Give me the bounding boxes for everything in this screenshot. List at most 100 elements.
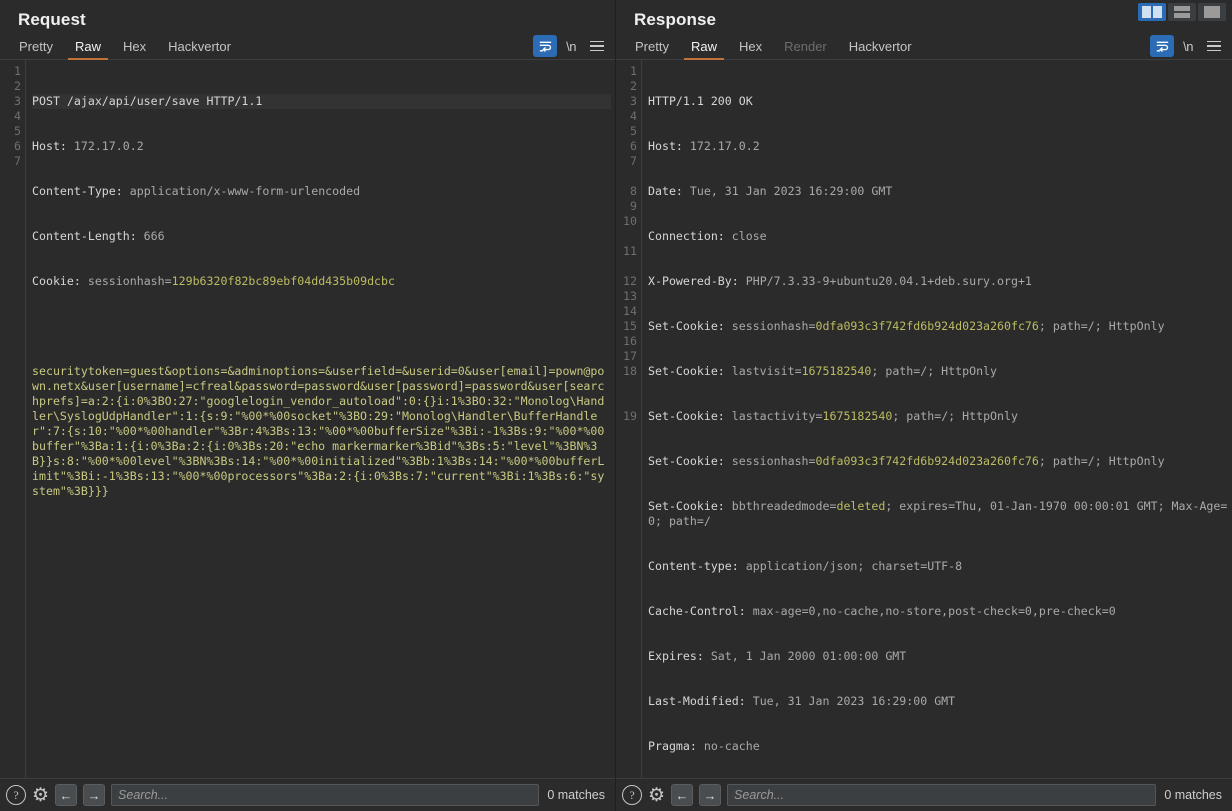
response-line-2: Host: 172.17.0.2	[648, 139, 760, 153]
tab-request-hackvertor[interactable]: Hackvertor	[157, 37, 242, 59]
request-gutter: 1 2 3 4 5 6 7	[0, 60, 26, 778]
search-forward-button[interactable]: →	[699, 784, 722, 806]
tab-request-raw[interactable]: Raw	[64, 37, 112, 60]
request-tab-actions: \n	[533, 35, 609, 57]
response-gutter: 1 2 3 4 5 6 7 8 9 10 11 12 13 14 15 16 1…	[616, 60, 642, 778]
search-input[interactable]	[118, 788, 533, 802]
response-bottom-bar: ? ⚙ ← → 0 matches	[616, 778, 1232, 811]
response-tab-actions: \n	[1150, 35, 1226, 57]
line-number: 5	[14, 124, 21, 138]
response-match-count: 0 matches	[1164, 788, 1222, 802]
newline-icon[interactable]: \n	[559, 35, 583, 57]
line-number: 10	[623, 214, 637, 228]
line-number: 4	[630, 109, 637, 123]
line-number: 9	[630, 199, 637, 213]
line-number: 17	[623, 349, 637, 363]
tab-response-hackvertor[interactable]: Hackvertor	[838, 37, 923, 59]
gear-icon[interactable]: ⚙	[32, 786, 49, 805]
search-back-button[interactable]: ←	[55, 784, 78, 806]
line-number: 19	[623, 409, 637, 423]
request-search-box[interactable]	[111, 784, 540, 806]
response-line-8: Set-Cookie: lastactivity=1675182540; pat…	[648, 409, 1018, 423]
line-number: 7	[630, 154, 637, 168]
line-number: 16	[623, 334, 637, 348]
response-line-5: X-Powered-By: PHP/7.3.33-9+ubuntu20.04.1…	[648, 274, 1032, 288]
layout-toggle-side-by-side[interactable]	[1138, 3, 1166, 21]
stacked-glyph	[1174, 6, 1190, 18]
response-line-10: Set-Cookie: bbthreadedmode=deleted; expi…	[648, 499, 1228, 528]
response-line-11: Content-type: application/json; charset=…	[648, 559, 963, 573]
response-line-7: Set-Cookie: lastvisit=1675182540; path=/…	[648, 364, 998, 378]
word-wrap-icon[interactable]	[533, 35, 557, 57]
tab-request-hex[interactable]: Hex	[112, 37, 157, 59]
request-match-count: 0 matches	[547, 788, 605, 802]
response-editor[interactable]: 1 2 3 4 5 6 7 8 9 10 11 12 13 14 15 16 1…	[616, 60, 1232, 778]
response-line-15: Pragma: no-cache	[648, 739, 760, 753]
request-line-5: Cookie: sessionhash=129b6320f82bc89ebf04…	[32, 274, 395, 288]
request-bottom-bar: ? ⚙ ← → 0 matches	[0, 778, 615, 811]
response-search-box[interactable]	[727, 784, 1157, 806]
layout-toggle-stacked[interactable]	[1168, 3, 1196, 21]
request-line-7: securitytoken=guest&options=&adminoption…	[32, 364, 605, 498]
split-left-glyph	[1142, 6, 1151, 18]
response-tabs: Pretty Raw Hex Render Hackvertor \n	[616, 34, 1232, 60]
tab-response-hex[interactable]: Hex	[728, 37, 773, 59]
help-icon[interactable]: ?	[622, 785, 642, 805]
burp-repeater-window: Request Pretty Raw Hex Hackvertor \n 1 2…	[0, 0, 1232, 811]
line-number: 18	[623, 364, 637, 378]
single-pane-glyph	[1204, 6, 1220, 18]
response-line-9: Set-Cookie: sessionhash=0dfa093c3f742fd6…	[648, 454, 1165, 468]
response-line-3: Date: Tue, 31 Jan 2023 16:29:00 GMT	[648, 184, 893, 198]
line-number: 14	[623, 304, 637, 318]
line-number: 2	[630, 79, 637, 93]
line-number: 11	[623, 244, 637, 258]
hamburger-glyph	[1207, 40, 1221, 52]
response-line-13: Expires: Sat, 1 Jan 2000 01:00:00 GMT	[648, 649, 907, 663]
line-number: 13	[623, 289, 637, 303]
hamburger-menu-icon[interactable]	[1202, 35, 1226, 57]
request-line-1: POST /ajax/api/user/save HTTP/1.1	[32, 94, 611, 109]
line-number: 8	[630, 184, 637, 198]
line-number: 15	[623, 319, 637, 333]
response-line-6: Set-Cookie: sessionhash=0dfa093c3f742fd6…	[648, 319, 1165, 333]
tab-response-pretty[interactable]: Pretty	[624, 37, 680, 59]
request-editor[interactable]: 1 2 3 4 5 6 7 POST /ajax/api/user/save H…	[0, 60, 615, 778]
newline-icon[interactable]: \n	[1176, 35, 1200, 57]
line-number: 6	[630, 139, 637, 153]
line-number: 12	[623, 274, 637, 288]
line-number: 1	[14, 64, 21, 78]
request-line-6	[32, 319, 611, 334]
request-line-4: Content-Length: 666	[32, 229, 165, 243]
search-input[interactable]	[734, 788, 1150, 802]
line-number: 7	[14, 154, 21, 168]
tab-request-pretty[interactable]: Pretty	[8, 37, 64, 59]
response-line-1: HTTP/1.1 200 OK	[648, 94, 753, 108]
response-line-12: Cache-Control: max-age=0,no-cache,no-sto…	[648, 604, 1116, 618]
request-code[interactable]: POST /ajax/api/user/save HTTP/1.1 Host: …	[26, 60, 615, 778]
hamburger-glyph	[590, 40, 604, 52]
line-number: 2	[14, 79, 21, 93]
line-number: 3	[630, 94, 637, 108]
layout-toggle-group	[1138, 3, 1226, 21]
request-tabs: Pretty Raw Hex Hackvertor \n	[0, 34, 615, 60]
layout-toggle-single[interactable]	[1198, 3, 1226, 21]
request-pane: Request Pretty Raw Hex Hackvertor \n 1 2…	[0, 0, 616, 811]
response-code[interactable]: HTTP/1.1 200 OK Host: 172.17.0.2 Date: T…	[642, 60, 1232, 778]
request-title: Request	[18, 10, 86, 29]
tab-response-raw[interactable]: Raw	[680, 37, 728, 60]
response-line-4: Connection: close	[648, 229, 767, 243]
hamburger-menu-icon[interactable]	[585, 35, 609, 57]
tab-response-render: Render	[784, 39, 827, 54]
gear-icon[interactable]: ⚙	[648, 786, 665, 805]
word-wrap-icon[interactable]	[1150, 35, 1174, 57]
line-number: 4	[14, 109, 21, 123]
line-number: 1	[630, 64, 637, 78]
request-line-2: Host: 172.17.0.2	[32, 139, 144, 153]
search-forward-button[interactable]: →	[83, 784, 106, 806]
help-icon[interactable]: ?	[6, 785, 26, 805]
line-number: 5	[630, 124, 637, 138]
split-right-glyph	[1153, 6, 1162, 18]
search-back-button[interactable]: ←	[671, 784, 694, 806]
response-pane: Response Pretty Raw Hex Render Hackverto…	[616, 0, 1232, 811]
line-number: 6	[14, 139, 21, 153]
